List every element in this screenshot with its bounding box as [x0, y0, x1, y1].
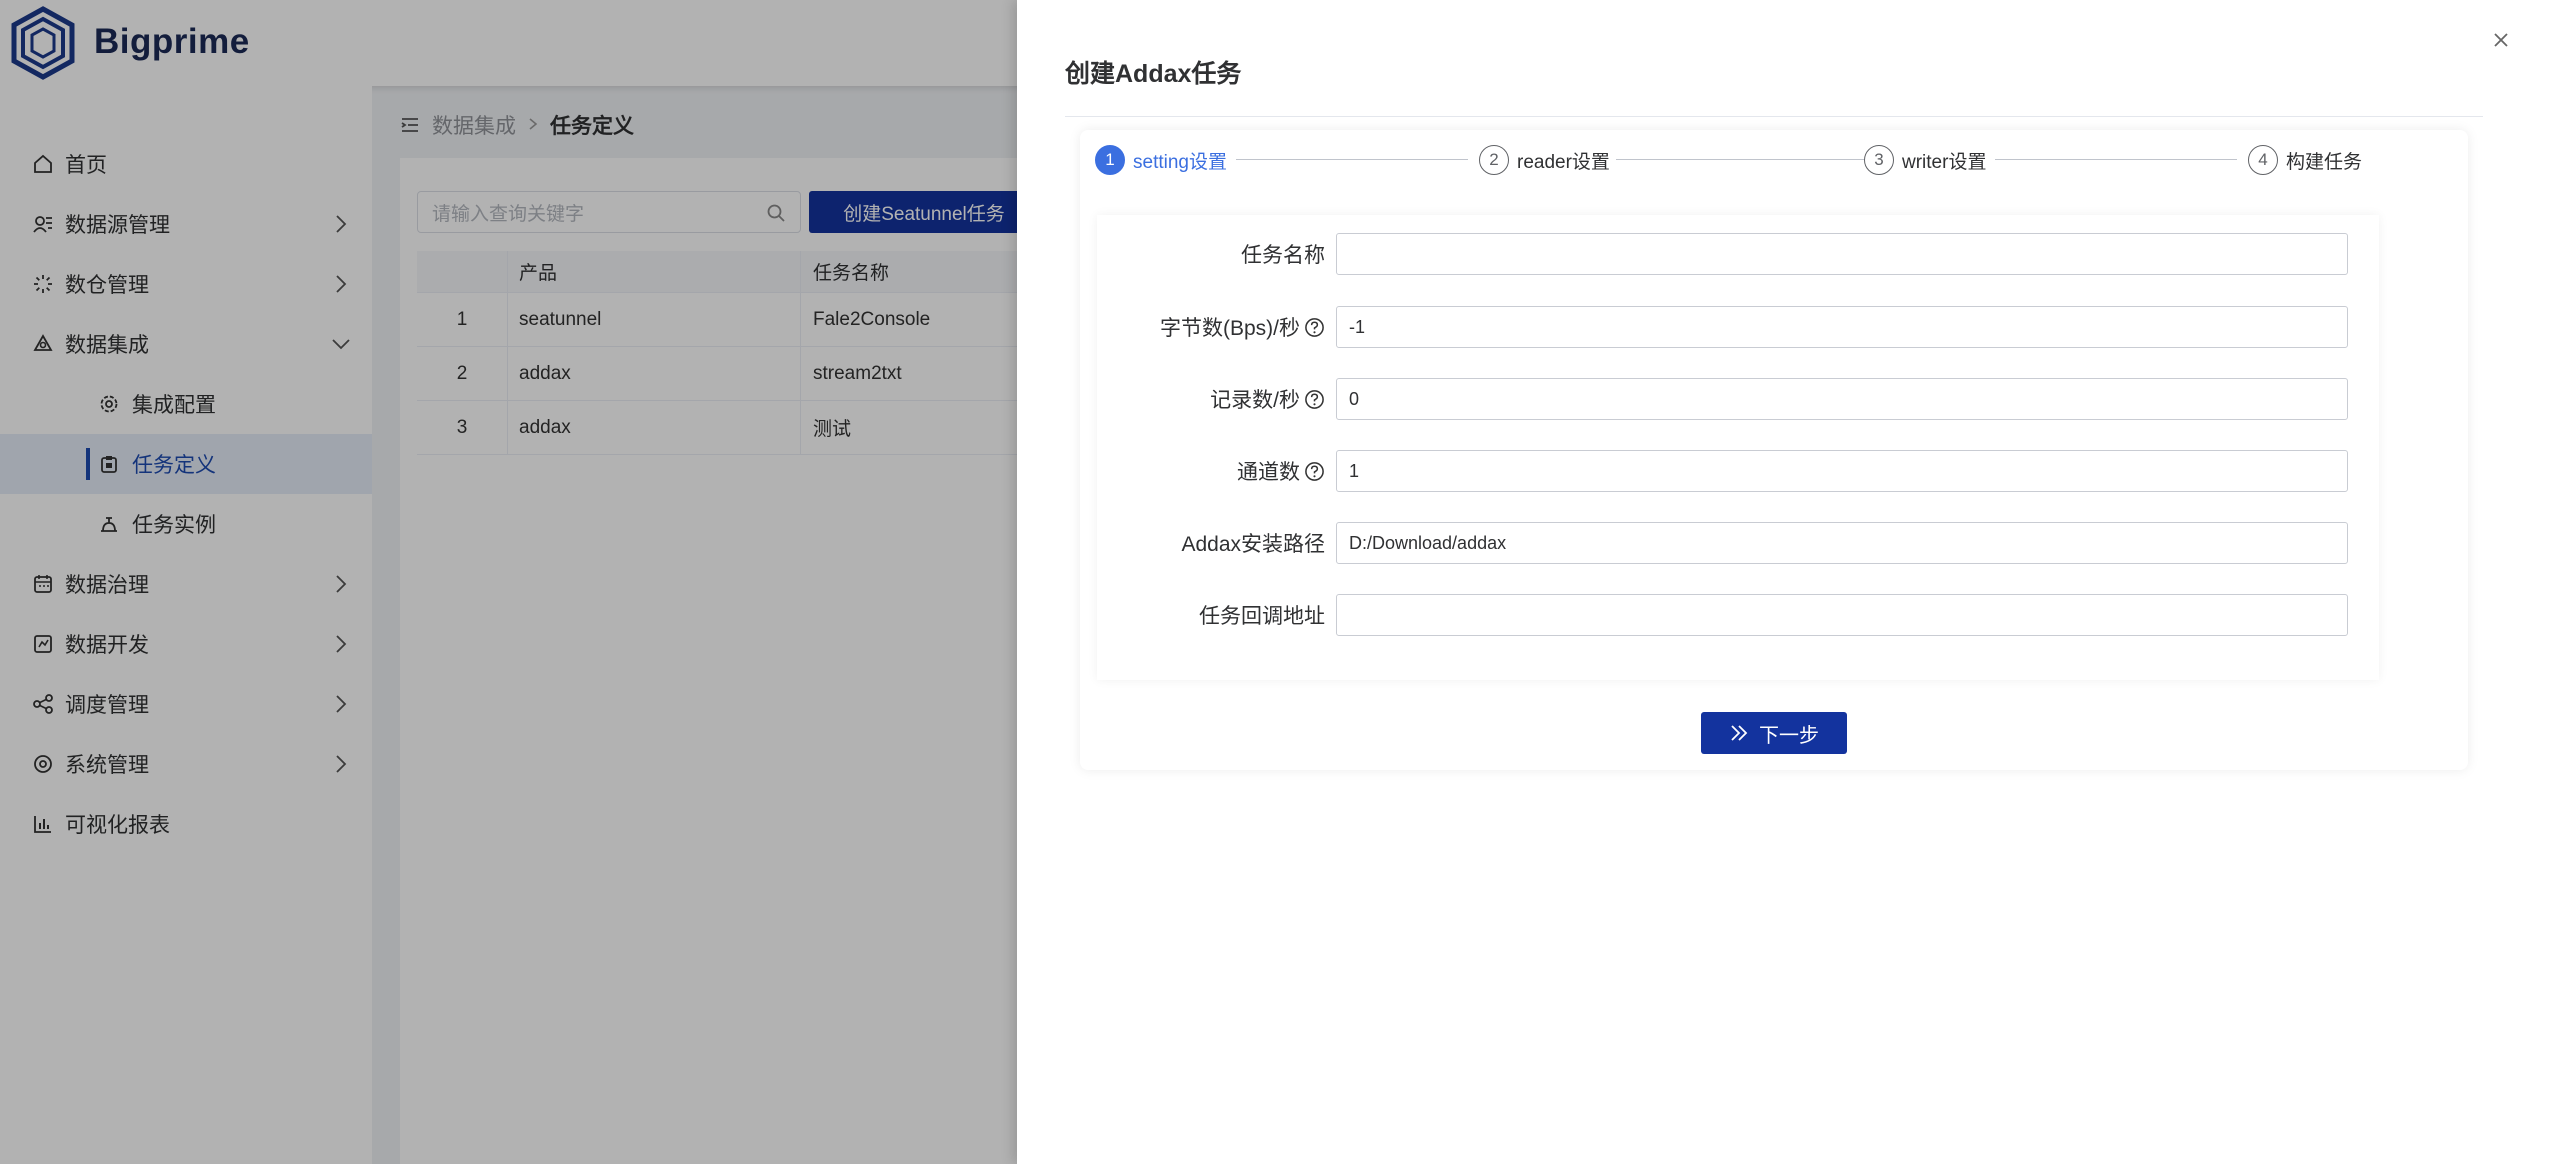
- label-text: 通道数: [1237, 461, 1300, 484]
- field-label-records-per-sec: 记录数/秒: [1075, 378, 1325, 420]
- label-text: 任务名称: [1241, 244, 1325, 267]
- step-label: reader设置: [1517, 151, 1610, 173]
- channels-input[interactable]: 1: [1336, 450, 2348, 492]
- step-number: 3: [1864, 145, 1894, 175]
- question-circle-icon[interactable]: [1304, 317, 1325, 338]
- label-text: 记录数/秒: [1210, 389, 1300, 412]
- step-connector: [1616, 159, 1864, 160]
- step-label: 构建任务: [2286, 151, 2363, 173]
- question-circle-icon[interactable]: [1304, 461, 1325, 482]
- double-chevron-right-icon: [1731, 725, 1748, 741]
- field-label-install-path: Addax安装路径: [1075, 522, 1325, 564]
- task-name-input[interactable]: [1336, 233, 2348, 275]
- field-label-bytes-per-sec: 字节数(Bps)/秒: [1075, 306, 1325, 348]
- label-text: Addax安装路径: [1181, 533, 1325, 556]
- step-number: 4: [2248, 145, 2278, 175]
- next-step-label: 下一步: [1759, 724, 1819, 747]
- next-step-button[interactable]: 下一步: [1701, 712, 1847, 754]
- install-path-input[interactable]: D:/Download/addax: [1336, 522, 2348, 564]
- step-connector: [1236, 159, 1468, 160]
- close-icon[interactable]: [2490, 29, 2512, 51]
- step-reader[interactable]: 2 reader设置: [1479, 144, 1610, 176]
- step-setting[interactable]: 1 setting设置: [1095, 144, 1227, 176]
- label-text: 字节数(Bps)/秒: [1159, 317, 1300, 340]
- callback-url-input[interactable]: [1336, 594, 2348, 636]
- label-text: 任务回调地址: [1199, 605, 1325, 628]
- field-label-callback-url: 任务回调地址: [1075, 594, 1325, 636]
- step-writer[interactable]: 3 writer设置: [1864, 144, 1986, 176]
- step-number: 1: [1095, 145, 1125, 175]
- step-connector: [1995, 159, 2237, 160]
- drawer-divider: [1065, 116, 2483, 117]
- question-circle-icon[interactable]: [1304, 389, 1325, 410]
- field-label-channels: 通道数: [1075, 450, 1325, 492]
- step-build[interactable]: 4 构建任务: [2248, 144, 2362, 176]
- step-number: 2: [1479, 145, 1509, 175]
- field-label-task-name: 任务名称: [1075, 233, 1325, 275]
- bytes-per-sec-input[interactable]: -1: [1336, 306, 2348, 348]
- step-label: setting设置: [1133, 151, 1227, 173]
- step-label: writer设置: [1902, 151, 1987, 173]
- drawer-title: 创建Addax任务: [1065, 60, 1242, 88]
- records-per-sec-input[interactable]: 0: [1336, 378, 2348, 420]
